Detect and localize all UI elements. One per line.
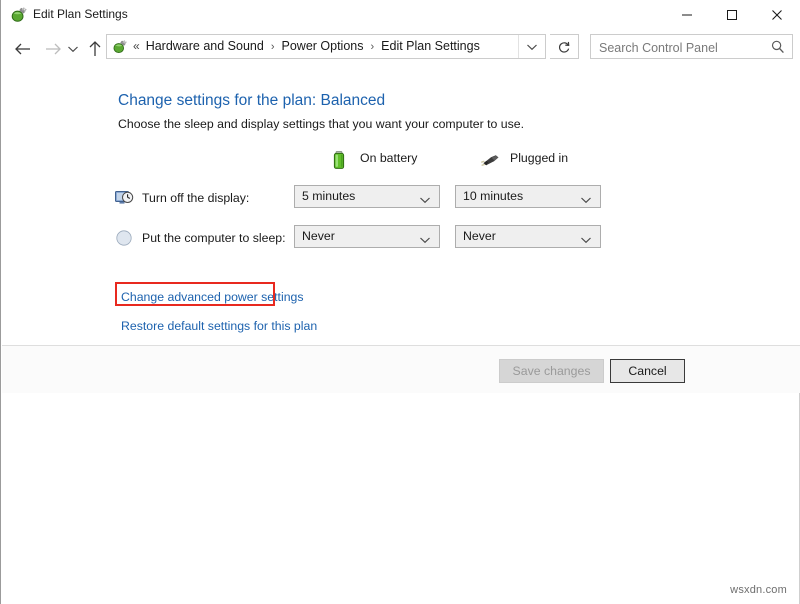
display-clock-icon [114,188,134,208]
power-plug-icon [112,39,128,55]
chevron-down-icon [580,193,592,201]
setting-row-label: Turn off the display: [142,191,249,205]
page-subtitle: Choose the sleep and display settings th… [118,117,524,131]
address-bar[interactable]: «Hardware and Sound›Power Options›Edit P… [106,34,546,59]
dropdown-display-plugged-in[interactable]: 10 minutes [455,185,601,208]
edit-plan-settings-window: Edit Plan Settings [0,0,800,604]
dropdown-value: Never [463,226,496,247]
breadcrumb-separator-1: › [266,36,280,59]
dropdown-value: Never [302,226,335,247]
refresh-icon[interactable] [550,34,579,59]
search-box[interactable] [590,34,793,59]
breadcrumb-item-power-options[interactable]: Power Options [280,39,366,53]
chevron-down-icon [580,233,592,241]
battery-icon [328,148,352,172]
address-chevron-down-icon[interactable] [518,35,545,58]
page-title: Change settings for the plan: Balanced [118,92,385,110]
chevron-down-icon [419,193,431,201]
search-input[interactable] [597,35,766,60]
up-button[interactable] [81,35,109,63]
close-button[interactable] [754,0,799,29]
title-bar: Edit Plan Settings [1,0,800,29]
maximize-button[interactable] [709,0,754,29]
breadcrumb-item-edit-plan-settings[interactable]: Edit Plan Settings [379,39,482,53]
chevron-down-icon [419,233,431,241]
recent-locations-chevron-down-icon[interactable] [63,35,83,63]
save-changes-button[interactable]: Save changes [499,359,604,383]
breadcrumb-overflow-chevrons[interactable]: « [133,39,144,53]
content-pane: Change settings for the plan: Balanced C… [2,70,800,345]
dropdown-sleep-on-battery[interactable]: Never [294,225,440,248]
link-restore-default-settings[interactable]: Restore default settings for this plan [121,319,317,333]
setting-row-label: Put the computer to sleep: [142,231,286,245]
dropdown-value: 5 minutes [302,186,355,207]
dropdown-display-on-battery[interactable]: 5 minutes [294,185,440,208]
breadcrumb-item-hardware-and-sound[interactable]: Hardware and Sound [144,39,266,53]
power-plug-icon [10,6,28,24]
window-title: Edit Plan Settings [33,6,128,23]
search-icon[interactable] [770,39,786,55]
power-plug-icon [478,148,502,172]
breadcrumb: «Hardware and Sound›Power Options›Edit P… [133,35,482,58]
watermark: wsxdn.com [730,584,787,596]
column-header-label: On battery [360,151,417,165]
sleep-moon-icon [114,228,134,248]
back-button[interactable] [9,35,37,63]
dropdown-value: 10 minutes [463,186,523,207]
navigation-bar: «Hardware and Sound›Power Options›Edit P… [1,29,800,70]
link-change-advanced-power-settings[interactable]: Change advanced power settings [121,290,304,304]
dropdown-sleep-plugged-in[interactable]: Never [455,225,601,248]
column-header-label: Plugged in [510,151,568,165]
footer-bar: Save changes Cancel [2,346,800,393]
minimize-button[interactable] [664,0,709,29]
breadcrumb-separator-2: › [365,36,379,59]
cancel-button[interactable]: Cancel [610,359,685,383]
